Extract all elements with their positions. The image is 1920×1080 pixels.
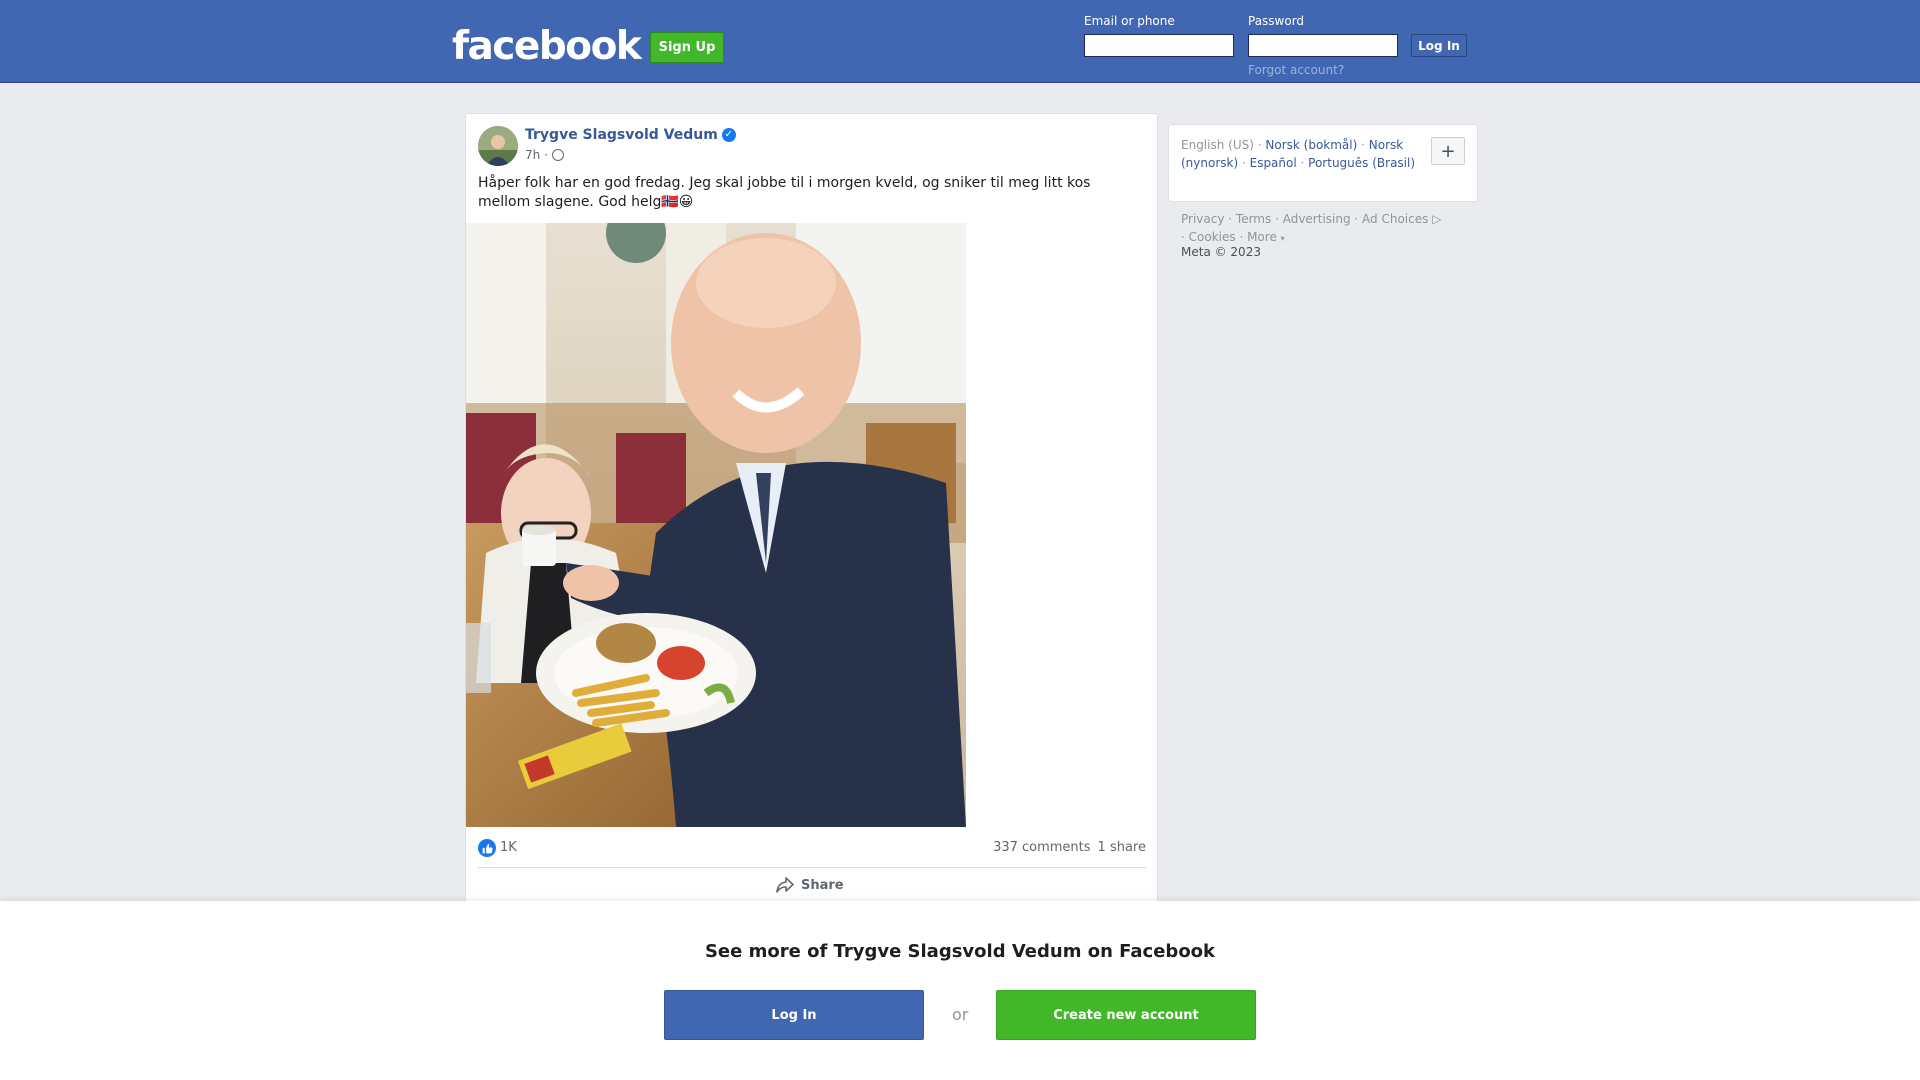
post-meta: 7h · <box>525 148 565 162</box>
top-navbar: facebook Sign Up Email or phone Password… <box>0 0 1920 83</box>
login-button[interactable]: Log In <box>1411 34 1467 57</box>
footer-links: Privacy · Terms · Advertising · Ad Choic… <box>1181 212 1442 244</box>
language-norsk-bokmal[interactable]: Norsk (bokmål) <box>1265 138 1357 152</box>
caret-down-icon: ▾ <box>1280 234 1285 243</box>
more-languages-button[interactable]: + <box>1431 137 1465 165</box>
meta-separator: · <box>544 148 549 162</box>
ad-choices-link[interactable]: Ad Choices ▷ <box>1362 212 1441 226</box>
post-card: Trygve Slagsvold Vedum ✓ 7h · Håper folk… <box>465 113 1158 913</box>
see-more-title: See more of Trygve Slagsvold Vedum on Fa… <box>704 941 1216 962</box>
like-reaction-icon[interactable] <box>478 839 496 857</box>
login-prompt-overlay: See more of Trygve Slagsvold Vedum on Fa… <box>0 901 1920 1080</box>
language-espanol[interactable]: Español <box>1250 156 1297 170</box>
post-stats: 1K 337 comments 1 share <box>478 838 1146 858</box>
terms-link[interactable]: Terms <box>1236 212 1271 226</box>
cookies-link[interactable]: Cookies <box>1189 230 1236 244</box>
post-time[interactable]: 7h <box>525 148 540 162</box>
like-count[interactable]: 1K <box>500 840 517 855</box>
more-label: More <box>1247 230 1277 244</box>
post-author[interactable]: Trygve Slagsvold Vedum ✓ <box>525 127 736 143</box>
overlay-login-button[interactable]: Log In <box>664 990 924 1040</box>
current-language: English (US) <box>1181 138 1254 152</box>
email-input[interactable] <box>1084 34 1234 57</box>
password-input[interactable] <box>1248 34 1398 57</box>
share-label: Share <box>801 877 844 893</box>
privacy-link[interactable]: Privacy <box>1181 212 1224 226</box>
ad-choices-label: Ad Choices <box>1362 212 1429 226</box>
language-portugues[interactable]: Português (Brasil) <box>1308 156 1415 170</box>
language-box: English (US) · Norsk (bokmål) · Norsk (n… <box>1168 124 1478 202</box>
author-avatar[interactable] <box>478 126 518 166</box>
forgot-account-link[interactable]: Forgot account? <box>1248 63 1344 77</box>
shares-count[interactable]: 1 share <box>1098 840 1146 855</box>
author-name[interactable]: Trygve Slagsvold Vedum <box>525 127 718 143</box>
facebook-logo[interactable]: facebook <box>452 24 642 69</box>
post-photo[interactable] <box>466 223 966 827</box>
sign-up-button[interactable]: Sign Up <box>650 32 724 63</box>
stats-divider <box>478 867 1146 868</box>
ad-choices-icon: ▷ <box>1432 212 1442 226</box>
verified-badge-icon: ✓ <box>721 128 736 142</box>
create-account-button[interactable]: Create new account <box>996 990 1256 1040</box>
copyright: Meta © 2023 <box>1181 245 1261 259</box>
or-separator: or <box>952 1005 969 1024</box>
share-button[interactable]: Share <box>776 877 844 893</box>
advertising-link[interactable]: Advertising <box>1283 212 1351 226</box>
share-icon <box>776 877 794 893</box>
more-link[interactable]: More ▾ <box>1247 230 1285 244</box>
comments-count[interactable]: 337 comments <box>993 840 1090 855</box>
language-list: English (US) · Norsk (bokmål) · Norsk (n… <box>1181 138 1416 170</box>
password-label: Password <box>1248 14 1305 28</box>
comments-shares: 337 comments 1 share <box>993 840 1146 855</box>
email-label: Email or phone <box>1084 14 1175 28</box>
globe-icon <box>552 149 565 161</box>
post-text: Håper folk har en god fredag. Jeg skal j… <box>478 175 1091 210</box>
